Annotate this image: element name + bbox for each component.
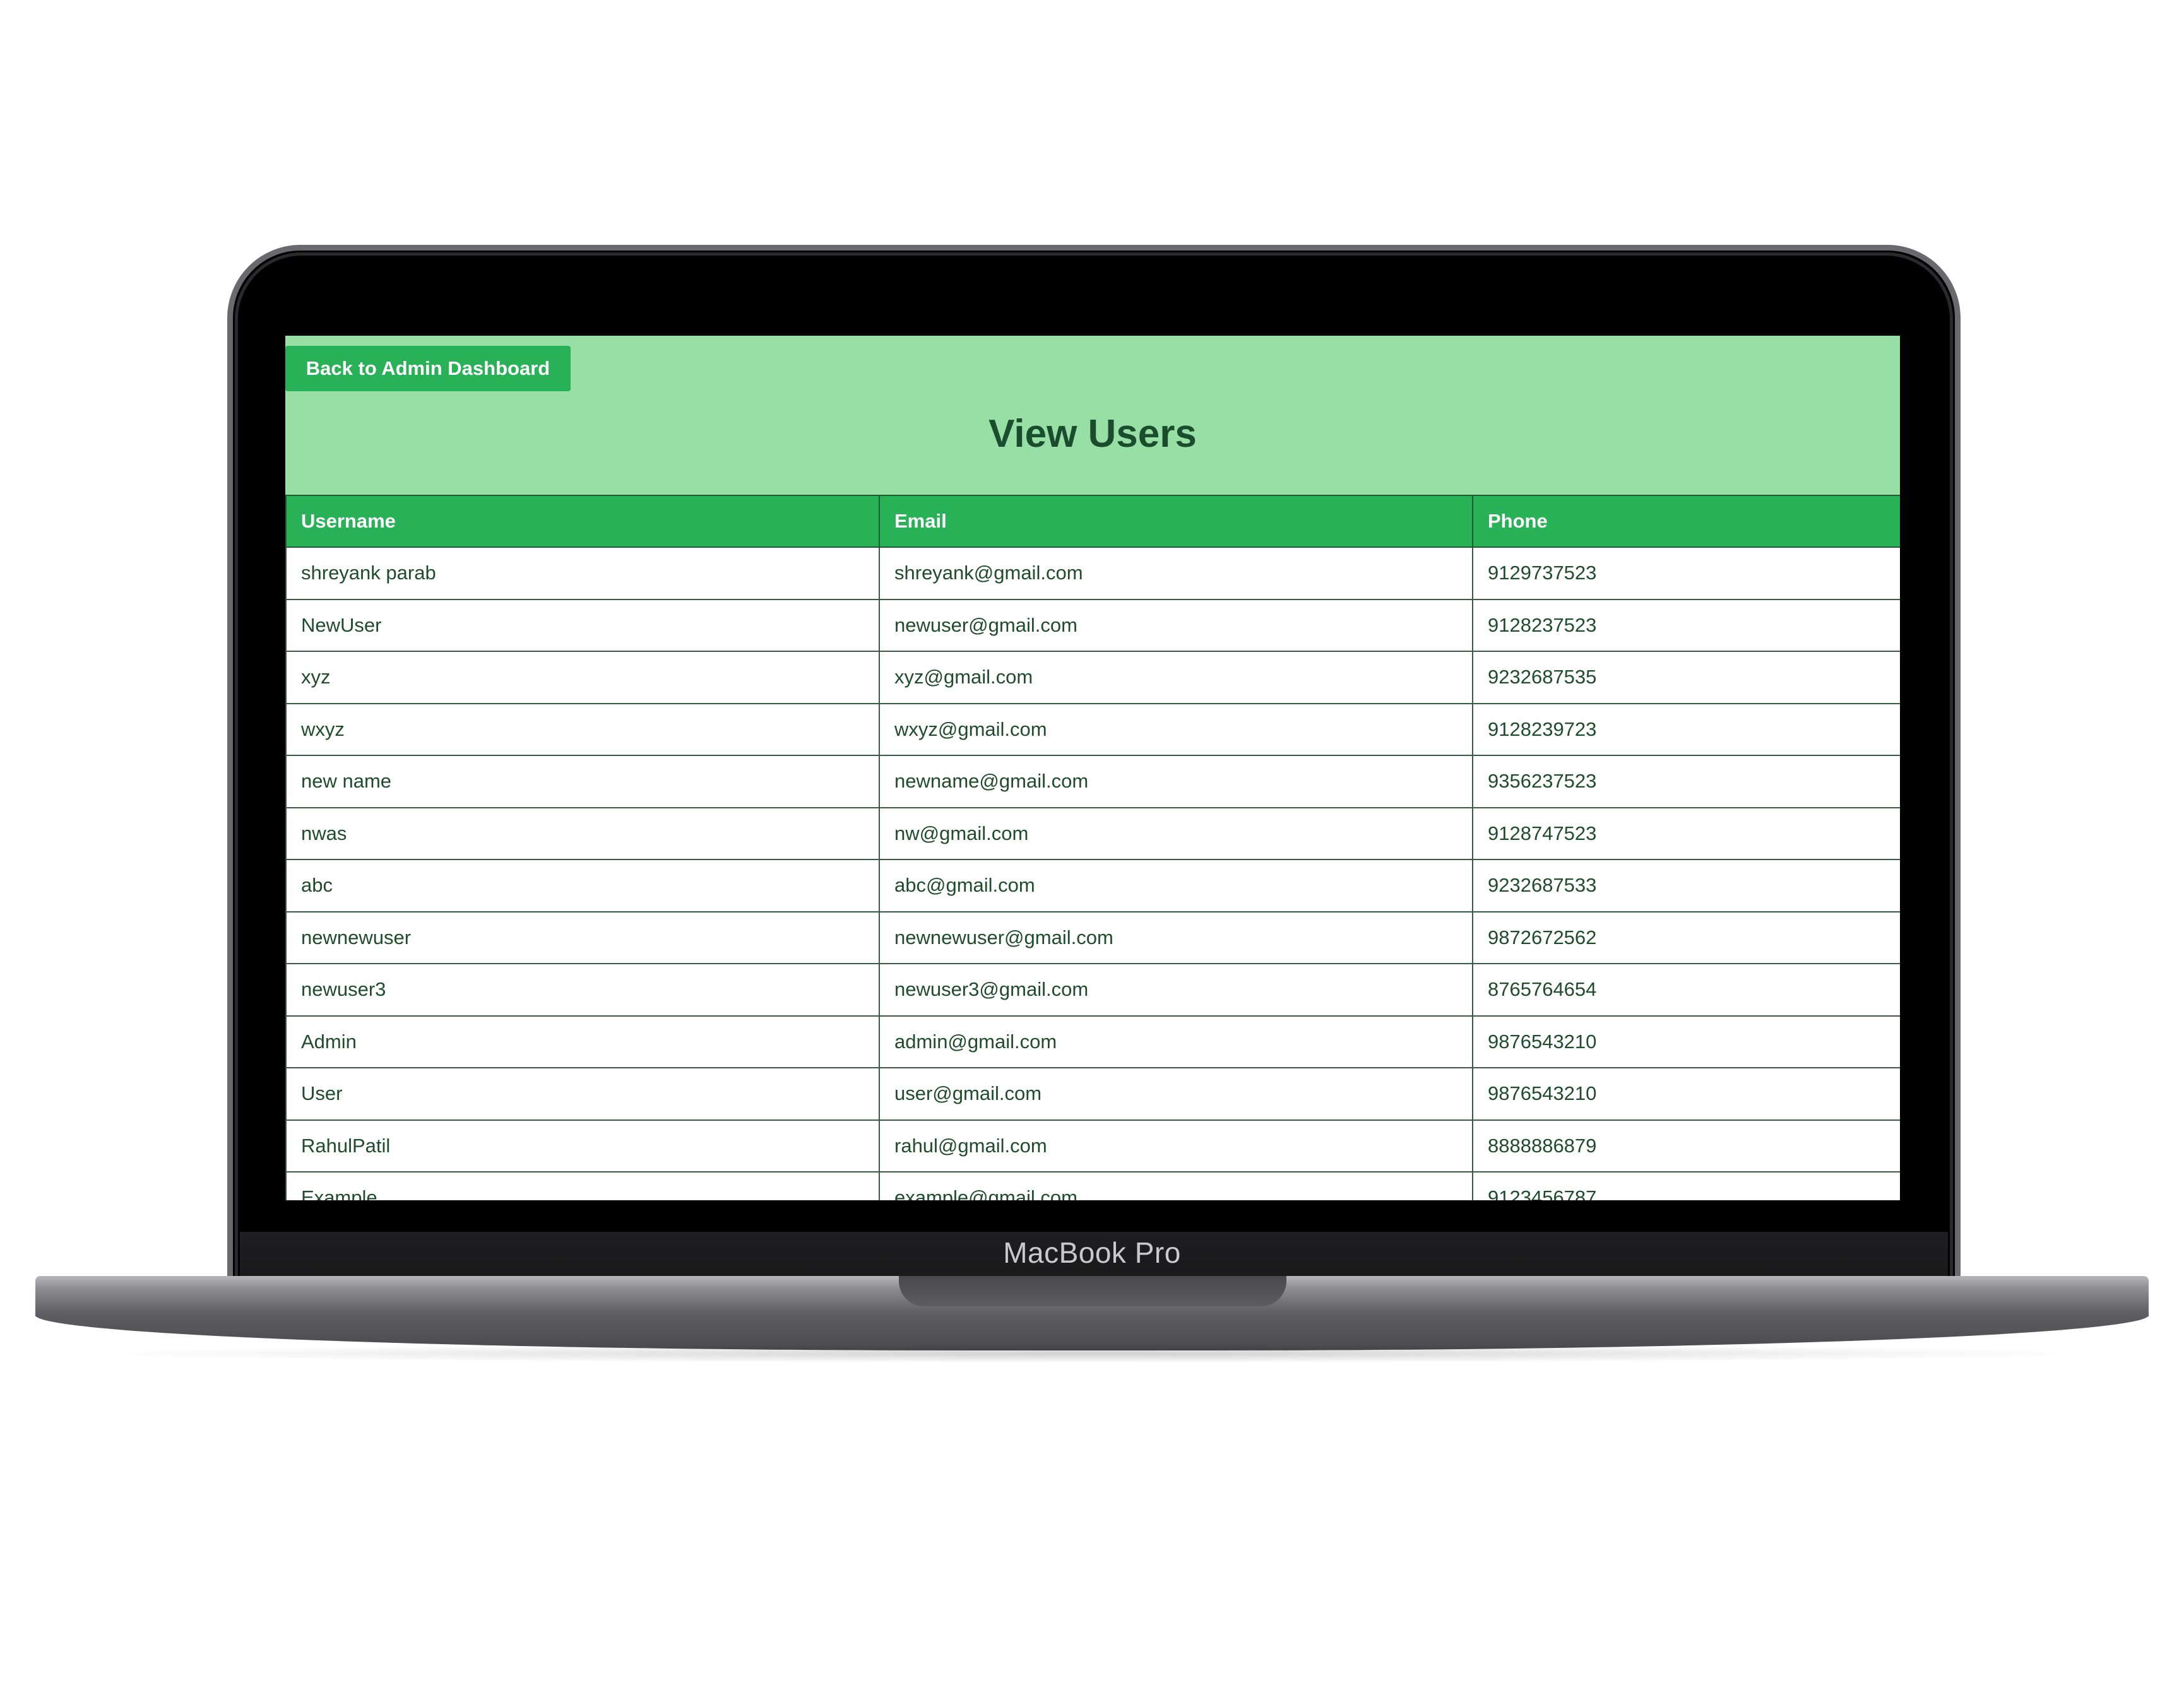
table-row: nwas nw@gmail.com 9128747523 xyxy=(285,806,1900,860)
table-row: RahulPatil rahul@gmail.com 8888886879 xyxy=(285,1119,1900,1172)
table-header-row: Username Email Phone xyxy=(285,495,1900,548)
table-row: wxyz wxyz@gmail.com 9128239723 xyxy=(285,702,1900,756)
cell-phone: 9129737523 xyxy=(1472,546,1900,600)
cell-phone: 8888886879 xyxy=(1472,1119,1900,1172)
page-title: View Users xyxy=(988,412,1197,456)
cell-phone: 9872672562 xyxy=(1472,911,1900,964)
cell-email: wxyz@gmail.com xyxy=(879,702,1473,756)
cell-email: admin@gmail.com xyxy=(879,1015,1473,1068)
cell-phone: 9232687533 xyxy=(1472,859,1900,913)
table-row: newuser3 newuser3@gmail.com 8765764654 xyxy=(285,963,1900,1017)
table-row: NewUser newuser@gmail.com 9128237523 xyxy=(285,598,1900,652)
cell-email: shreyank@gmail.com xyxy=(879,546,1473,600)
back-to-admin-dashboard-button[interactable]: Back to Admin Dashboard xyxy=(285,346,571,391)
cell-email: newuser@gmail.com xyxy=(879,598,1473,652)
cell-username: newuser3 xyxy=(285,963,880,1017)
cell-email: newname@gmail.com xyxy=(879,755,1473,808)
cell-phone: 9128239723 xyxy=(1472,702,1900,756)
column-header-username[interactable]: Username xyxy=(285,495,880,548)
cell-username: newnewuser xyxy=(285,911,880,964)
device-brand-label: MacBook Pro xyxy=(1003,1236,1181,1269)
cell-phone: 9876543210 xyxy=(1472,1067,1900,1121)
table-row: Admin admin@gmail.com 9876543210 xyxy=(285,1015,1900,1068)
cell-username: abc xyxy=(285,859,880,913)
cell-email: rahul@gmail.com xyxy=(879,1119,1473,1172)
table-row: new name newname@gmail.com 9356237523 xyxy=(285,755,1900,808)
cell-username: NewUser xyxy=(285,598,880,652)
cell-phone: 9356237523 xyxy=(1472,755,1900,808)
cell-username: RahulPatil xyxy=(285,1119,880,1172)
cell-phone: 9128237523 xyxy=(1472,598,1900,652)
page-header: Back to Admin Dashboard View Users xyxy=(285,336,1900,495)
cell-email: abc@gmail.com xyxy=(879,859,1473,913)
cell-username: shreyank parab xyxy=(285,546,880,600)
cell-email: user@gmail.com xyxy=(879,1067,1473,1121)
cell-phone: 9128747523 xyxy=(1472,806,1900,860)
cell-email: xyz@gmail.com xyxy=(879,651,1473,704)
cell-email: example@gmail.com xyxy=(879,1171,1473,1200)
table-row: Example example@gmail.com 9123456787 xyxy=(285,1171,1900,1200)
cell-phone: 9123456787 xyxy=(1472,1171,1900,1200)
cell-username: Admin xyxy=(285,1015,880,1068)
table-row: shreyank parab shreyank@gmail.com 912973… xyxy=(285,546,1900,600)
users-table: Username Email Phone shreyank parab shre… xyxy=(285,495,1900,1200)
cell-email: newuser3@gmail.com xyxy=(879,963,1473,1017)
laptop-shadow xyxy=(76,1344,2108,1363)
browser-screen: Back to Admin Dashboard View Users Usern… xyxy=(285,336,1900,1200)
column-header-email[interactable]: Email xyxy=(879,495,1473,548)
laptop-mockup: Back to Admin Dashboard View Users Usern… xyxy=(0,0,2184,1707)
cell-phone: 9232687535 xyxy=(1472,651,1900,704)
cell-username: nwas xyxy=(285,806,880,860)
table-row: xyz xyz@gmail.com 9232687535 xyxy=(285,651,1900,704)
cell-phone: 8765764654 xyxy=(1472,963,1900,1017)
column-header-phone[interactable]: Phone xyxy=(1472,495,1900,548)
cell-username: xyz xyxy=(285,651,880,704)
cell-phone: 9876543210 xyxy=(1472,1015,1900,1068)
cell-email: nw@gmail.com xyxy=(879,806,1473,860)
cell-email: newnewuser@gmail.com xyxy=(879,911,1473,964)
cell-username: wxyz xyxy=(285,702,880,756)
cell-username: User xyxy=(285,1067,880,1121)
table-row: abc abc@gmail.com 9232687533 xyxy=(285,859,1900,913)
cell-username: Example xyxy=(285,1171,880,1200)
table-row: newnewuser newnewuser@gmail.com 98726725… xyxy=(285,911,1900,964)
cell-username: new name xyxy=(285,755,880,808)
lid-opening-notch xyxy=(899,1276,1286,1306)
table-row: User user@gmail.com 9876543210 xyxy=(285,1067,1900,1121)
